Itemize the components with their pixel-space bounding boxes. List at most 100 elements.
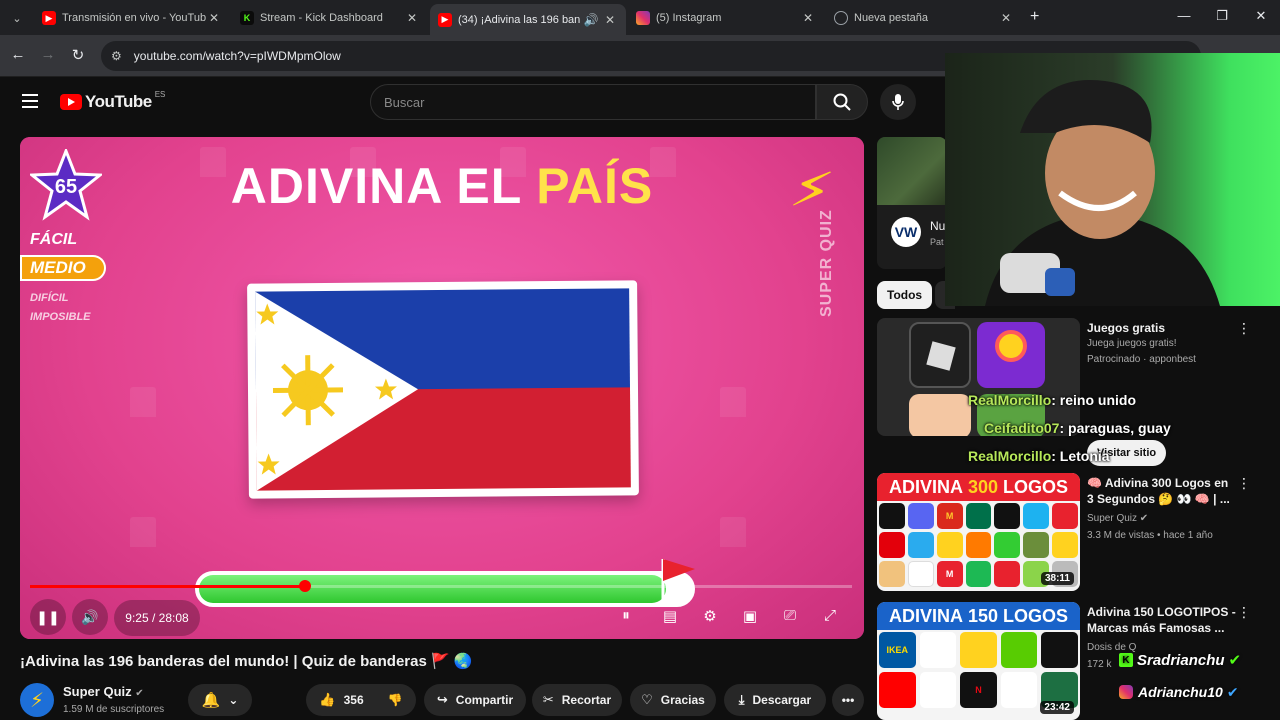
logo-icon	[1041, 632, 1078, 668]
tab-instagram[interactable]: (5) Instagram ✕	[628, 4, 824, 32]
voice-search-button[interactable]	[880, 84, 916, 120]
webcam-overlay	[945, 53, 1280, 306]
chip-label: Todos	[887, 288, 923, 302]
speaker-icon[interactable]: 🔊	[580, 13, 602, 27]
video-player[interactable]: 65 FÁCIL MEDIO DIFÍCIL IMPOSIBLE ADIVINA…	[20, 137, 864, 639]
subtitles-icon[interactable]: ▤	[658, 607, 682, 625]
more-vert-icon[interactable]: ⋮	[1237, 475, 1251, 492]
channel-name[interactable]: Super Quiz ✔	[63, 684, 144, 699]
chat-username: Ceifadito07	[984, 420, 1060, 436]
philippines-flag	[247, 280, 639, 499]
pause-button[interactable]: ❚❚	[30, 599, 66, 635]
url-text: youtube.com/watch?v=pIWDMpmOlow	[133, 49, 341, 63]
site-info-icon[interactable]: ⚙	[111, 49, 122, 63]
settings-icon[interactable]: ⚙	[698, 607, 722, 625]
new-tab-icon[interactable]: +	[1030, 8, 1039, 26]
channel-name-text: Super Quiz	[63, 684, 132, 699]
ad-title: Nu	[930, 219, 946, 233]
youtube-favicon-icon: ▶	[438, 12, 452, 27]
forward-icon[interactable]: →	[38, 46, 58, 63]
quiz-timer-fill	[199, 575, 667, 603]
youtube-logo[interactable]: YouTube ES	[60, 90, 165, 112]
menu-icon[interactable]	[22, 94, 38, 112]
avengers-logo-icon	[994, 561, 1021, 587]
close-tab-icon[interactable]: ✕	[800, 11, 816, 25]
flag-image	[255, 288, 631, 491]
roblox-logo-icon	[909, 322, 971, 388]
youtube-logo-icon	[879, 672, 916, 708]
level-medium: MEDIO	[20, 255, 106, 281]
tab-search-chevron-icon[interactable]: ⌄	[6, 7, 28, 29]
close-tab-icon[interactable]: ✕	[404, 11, 420, 25]
ad-thumbnail	[877, 137, 947, 205]
chat-username: RealMorcillo	[968, 392, 1052, 408]
quiz-title-highlight: PAÍS	[536, 158, 654, 214]
more-icon: •••	[841, 693, 855, 707]
fullscreen-icon[interactable]: ⤢	[818, 607, 842, 624]
tab-kick-dashboard[interactable]: K Stream - Kick Dashboard ✕	[232, 4, 428, 32]
share-button[interactable]: ↪ Compartir	[424, 684, 526, 716]
logo-grid: IKEA N	[877, 632, 1080, 708]
kick-handle-overlay: K Sradrianchu ✔	[1115, 648, 1249, 672]
clip-button[interactable]: ✂ Recortar	[532, 684, 622, 716]
mcdonalds-logo-icon: M	[936, 503, 963, 529]
ad-subtitle: Pat	[930, 237, 944, 247]
close-tab-icon[interactable]: ✕	[602, 13, 618, 27]
sponsored-thumbnail	[877, 318, 1080, 436]
temu-logo-icon	[965, 532, 992, 558]
sidebar-ad-card[interactable]: VW Nu Pat	[877, 137, 947, 269]
thumbnail-banner: ADIVINA 150 LOGOS	[877, 602, 1080, 630]
search-icon	[833, 93, 851, 111]
filter-chip-all[interactable]: Todos	[877, 281, 933, 309]
tab-new-tab[interactable]: Nueva pestaña ✕	[826, 4, 1022, 32]
reload-icon[interactable]: ↻	[68, 46, 88, 64]
kick-logo-icon: K	[1119, 653, 1133, 667]
mario-logo-icon: M	[936, 561, 963, 587]
volume-button[interactable]: 🔊	[72, 599, 108, 635]
tab-title: Transmisión en vivo - YouTube	[62, 12, 206, 24]
more-vert-icon[interactable]: ⋮	[1237, 320, 1251, 337]
close-tab-icon[interactable]: ✕	[998, 11, 1014, 25]
minimize-icon[interactable]: —	[1174, 8, 1194, 23]
difficulty-list: FÁCIL MEDIO DIFÍCIL IMPOSIBLE	[20, 231, 106, 327]
search-button[interactable]	[816, 84, 868, 120]
download-button[interactable]: ⤓ Descargar	[724, 684, 826, 716]
window-close-icon[interactable]: ✕	[1251, 8, 1271, 24]
thanks-icon: ♡	[641, 692, 653, 707]
cast-icon[interactable]: ⎚	[778, 607, 802, 624]
more-actions-button[interactable]: •••	[832, 684, 864, 716]
chat-message: RealMorcillo: reino unido	[968, 392, 1136, 408]
thanks-button[interactable]: ♡ Gracias	[630, 684, 716, 716]
fanta-logo-icon	[1052, 503, 1078, 529]
verified-icon: ✔	[1226, 683, 1239, 700]
notifications-button[interactable]: 🔔 ⌄	[188, 684, 252, 716]
back-icon[interactable]: ←	[8, 46, 28, 63]
ikea-logo-icon: IKEA	[879, 632, 916, 668]
miniplayer-icon[interactable]: ▣	[738, 607, 762, 625]
tab-title: (34) ¡Adivina las 196 bander	[458, 13, 580, 26]
autoplay-toggle-icon[interactable]: ⏸	[614, 607, 638, 624]
level-easy: FÁCIL	[30, 231, 78, 248]
recommended-video[interactable]: ADIVINA 300 LOGOS M M 38:11 🧠 Adivina 30…	[877, 473, 1280, 595]
starbucks-logo-icon	[965, 503, 992, 529]
like-icon[interactable]: 👍	[319, 692, 335, 708]
tab-current-video[interactable]: ▶ (34) ¡Adivina las 196 bander 🔊 ✕	[430, 4, 626, 35]
tab-youtube-live[interactable]: ▶ Transmisión en vivo - YouTube ✕	[34, 4, 230, 32]
channel-avatar[interactable]: ⚡	[20, 683, 54, 717]
more-vert-icon[interactable]: ⋮	[1237, 604, 1251, 621]
goal-flag-icon	[661, 559, 695, 605]
sponsored-title: Juegos gratis	[1087, 321, 1166, 335]
seek-bar[interactable]	[30, 580, 852, 592]
youtube-play-icon	[60, 94, 82, 110]
volkswagen-logo-icon: VW	[891, 217, 921, 247]
maximize-icon[interactable]: ❐	[1212, 8, 1232, 24]
level-impossible: IMPOSIBLE	[30, 311, 91, 323]
search-input[interactable]: Buscar	[370, 84, 816, 120]
chevron-down-icon: ⌄	[228, 693, 239, 707]
pause-icon: ❚❚	[36, 608, 60, 625]
dislike-icon[interactable]: 👎	[388, 693, 403, 707]
streamer-webcam	[945, 53, 1280, 306]
close-tab-icon[interactable]: ✕	[206, 11, 222, 25]
tab-title: Stream - Kick Dashboard	[260, 12, 383, 24]
chat-message: RealMorcillo: Letonia	[968, 448, 1110, 464]
